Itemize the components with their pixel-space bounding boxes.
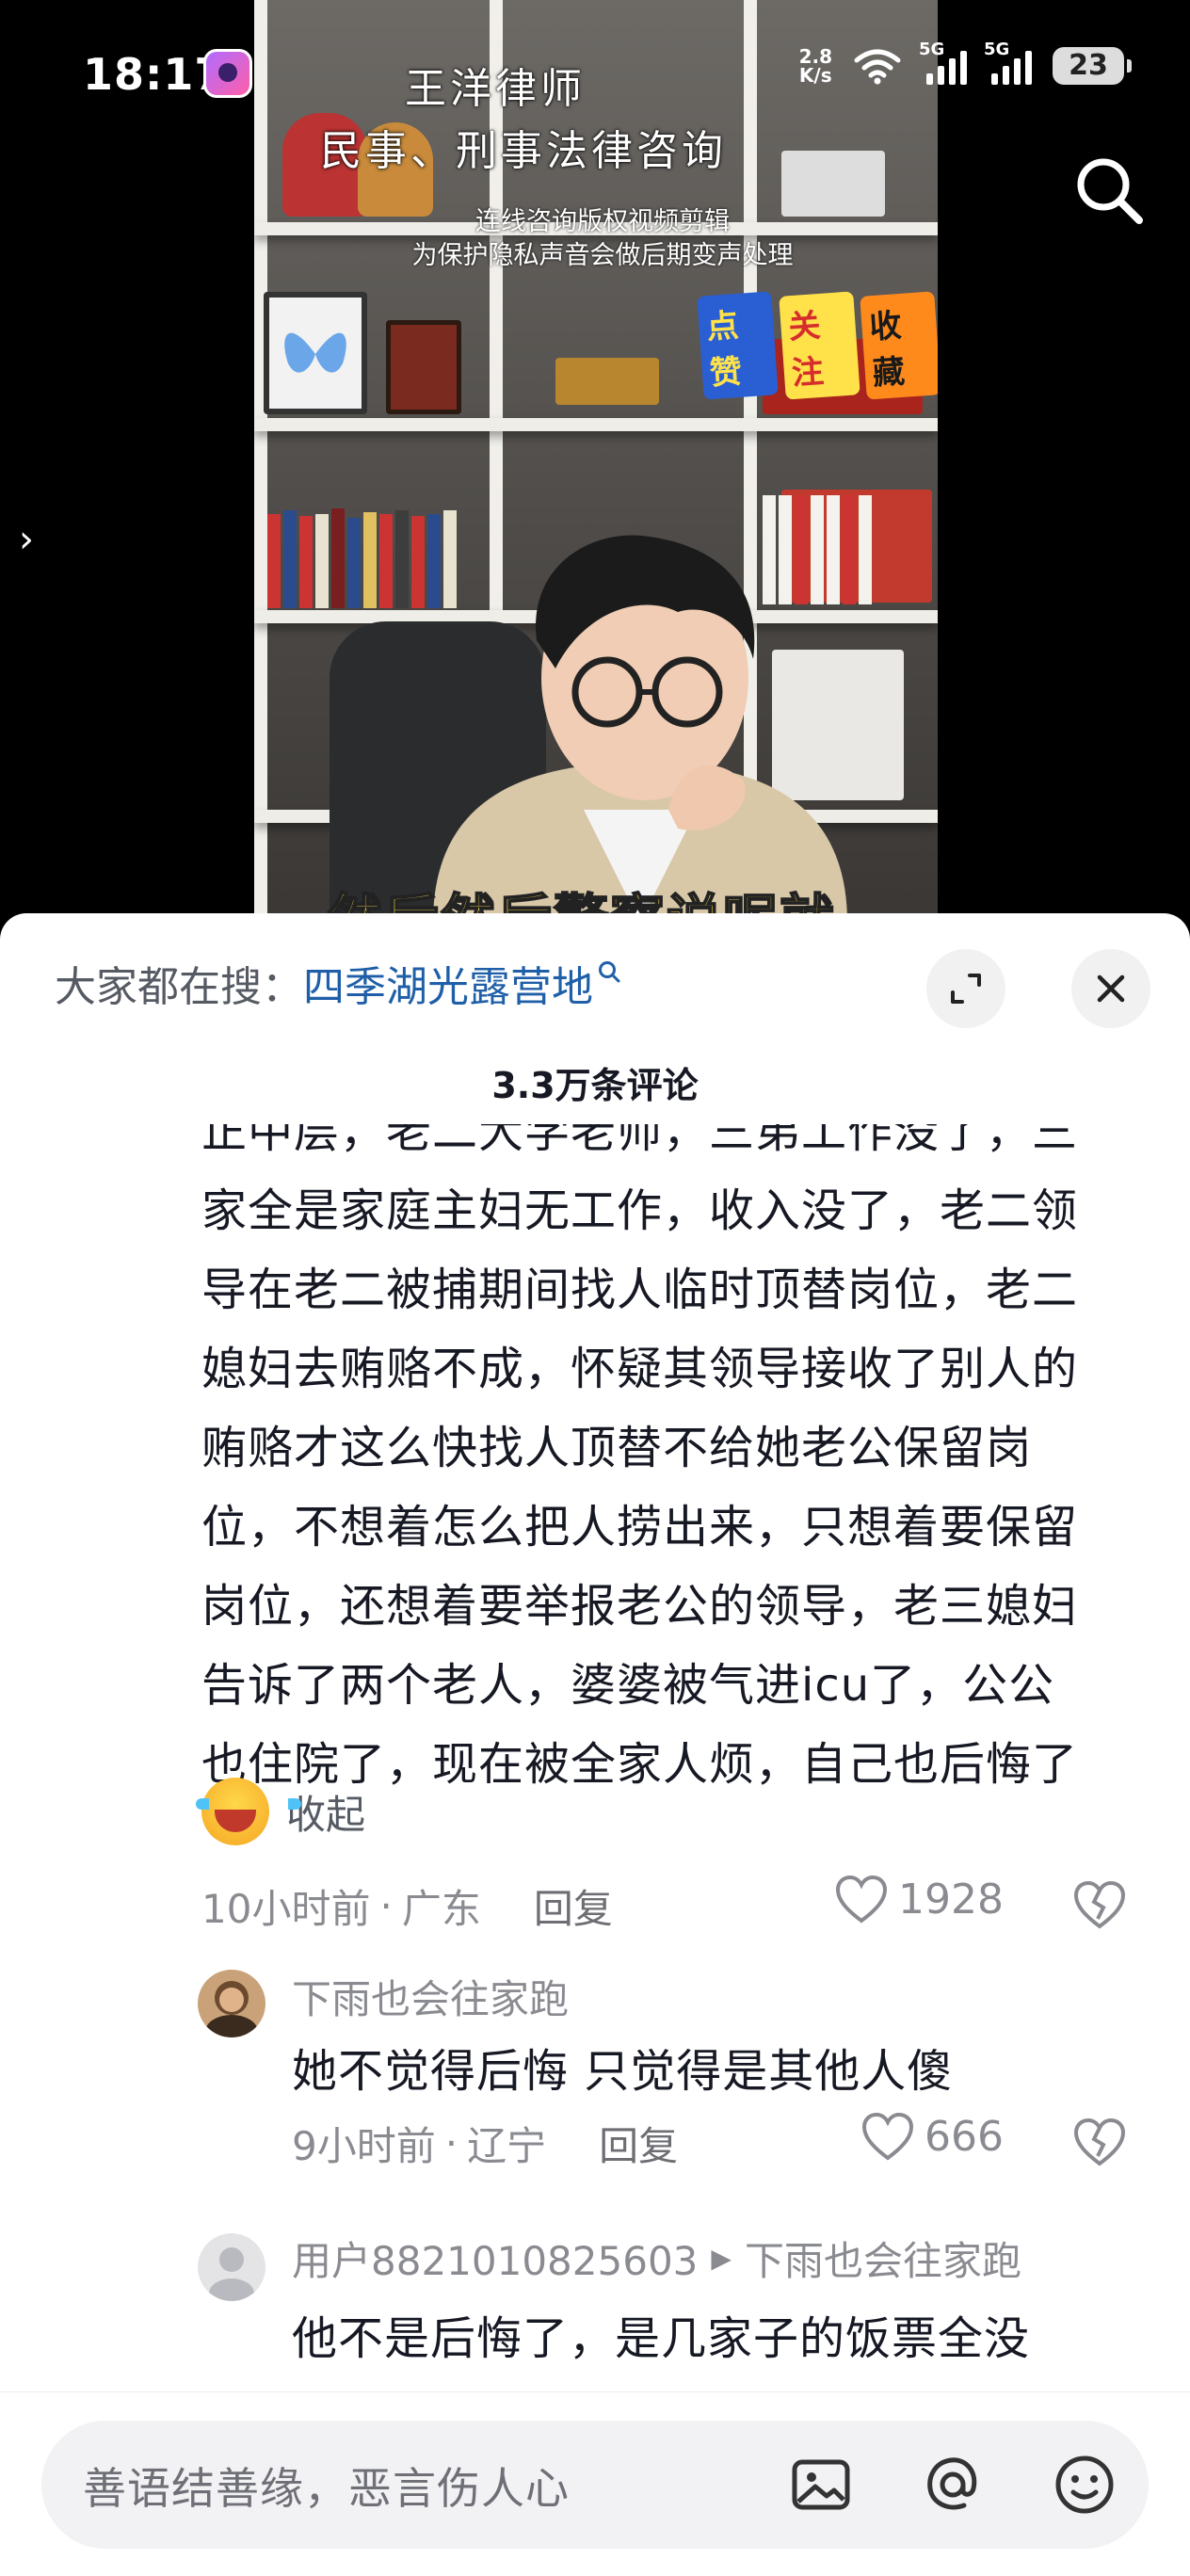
comment-input[interactable]: 善语结善缘，恶言伤人心 xyxy=(41,2421,1149,2549)
comment-line: 正中层，老二大学老师，三弟工作没了，三 xyxy=(201,1124,1079,1158)
comment-list[interactable]: 正中层，老二大学老师，三弟工作没了，三 家全是家庭主妇无工作，收入没了，老二领 … xyxy=(0,1124,1190,2363)
battery-indicator: 23 xyxy=(1053,47,1132,85)
hot-search-prefix: 大家都在搜： xyxy=(55,963,303,1011)
emoji-icon[interactable] xyxy=(1049,2449,1120,2520)
signal-1-label: 5G xyxy=(919,40,945,59)
avatar[interactable] xyxy=(198,1970,265,2037)
heart-icon xyxy=(861,2112,914,2161)
reply-to-name[interactable]: 下雨也会往家跑 xyxy=(745,2230,1021,2287)
comment-line: 告诉了两个老人，婆婆被气进icu了，公公 xyxy=(201,1659,1055,1712)
presenter-figure xyxy=(433,535,847,923)
cellular-signal-2-icon: 5G xyxy=(984,40,1032,85)
sticker-like: 点赞 xyxy=(697,291,779,400)
reply-time: 9小时前 xyxy=(292,2123,436,2169)
expand-button[interactable] xyxy=(926,949,1005,1028)
close-icon xyxy=(1097,974,1125,1003)
expand-icon xyxy=(951,974,981,1004)
reply-meta: 9小时前 · 辽宁 回复 xyxy=(292,2115,678,2172)
reply-button[interactable]: 回复 xyxy=(599,2115,678,2172)
shelf-board xyxy=(254,418,938,431)
comment-count: 3.3万条评论 xyxy=(491,1065,699,1106)
comment-line: 贿赂才这么快找人顶替不给她老公保留岗 xyxy=(201,1422,1033,1474)
app-notification-icon xyxy=(203,49,252,98)
network-speed-value: 2.8 xyxy=(798,45,832,68)
broken-heart-icon[interactable] xyxy=(1071,1877,1128,1930)
sticker-favorite: 收藏 xyxy=(860,291,938,400)
reply-author-line: 用户8821010825603 ▶ 下雨也会往家跑 xyxy=(292,2230,1021,2287)
comment-line: 媳妇去贿赂不成，怀疑其领导接收了别人的 xyxy=(201,1343,1079,1395)
reply-author-name[interactable]: 下雨也会往家跑 xyxy=(292,1968,569,2025)
video-notice-line-1: 连线咨询版权视频剪辑 xyxy=(475,207,730,236)
reply-text: 他不是后悔了，是几家子的饭票全没 xyxy=(292,2312,1031,2363)
broken-heart-icon[interactable] xyxy=(1071,2115,1128,2167)
like-button[interactable]: 1928 xyxy=(834,1874,1004,1924)
like-count: 1928 xyxy=(898,1875,1004,1924)
engagement-stickers: 点赞 关注 收藏 xyxy=(697,291,938,400)
reply-to-arrow-icon: ▶ xyxy=(711,2243,732,2274)
reply-button[interactable]: 回复 xyxy=(534,1877,613,1935)
comment-location: 广东 xyxy=(401,1886,481,1932)
comment-line: 岗位，还想着要举报老公的领导，老三媳妇 xyxy=(201,1580,1079,1633)
search-icon[interactable] xyxy=(1071,153,1147,228)
comment-sheet: 大家都在搜： 四季湖光露营地 3.3万条评论 正中层，老二大学老师，三弟工作没了… xyxy=(0,913,1190,2576)
status-indicators: 2.8 K/s 5G 5G 23 xyxy=(799,40,1132,85)
wifi-icon xyxy=(854,49,901,85)
network-speed: 2.8 K/s xyxy=(799,47,832,85)
status-bar: 18:17 2.8 K/s 5G 5G 23 xyxy=(0,0,1190,151)
cellular-signal-1-icon: 5G xyxy=(919,40,967,85)
picture-frame xyxy=(386,320,461,414)
avatar[interactable] xyxy=(198,2233,265,2301)
video-notice-line-2: 为保护隐私声音会做后期变声处理 xyxy=(411,241,794,270)
comment-input-placeholder: 善语结善缘，恶言伤人心 xyxy=(83,2463,570,2514)
video-notice-overlay: 连线咨询版权视频剪辑 为保护隐私声音会做后期变声处理 xyxy=(358,205,847,273)
collapse-label[interactable]: 收起 xyxy=(286,1783,365,1841)
collapse-toggle[interactable]: 收起 xyxy=(196,1778,365,1845)
signal-2-label: 5G xyxy=(984,40,1010,59)
search-small-icon xyxy=(599,961,620,983)
reply-text: 她不觉得后悔 只觉得是其他人傻 xyxy=(292,2045,954,2098)
close-button[interactable] xyxy=(1071,949,1150,1028)
comment-meta: 10小时前 · 广东 回复 xyxy=(201,1877,613,1935)
laughing-tears-emoji-icon xyxy=(196,1778,301,1845)
hot-search-keyword[interactable]: 四季湖光露营地 xyxy=(303,953,593,1013)
comment-body: 正中层，老二大学老师，三弟工作没了，三 家全是家庭主妇无工作，收入没了，老二领 … xyxy=(201,1124,1143,1804)
comment-time: 10小时前 xyxy=(201,1886,371,1932)
network-speed-unit: K/s xyxy=(798,64,832,87)
reply-author-name[interactable]: 用户8821010825603 xyxy=(292,2230,698,2287)
comment-line: 导在老二被捕期间找人临时顶替岗位，老二 xyxy=(201,1264,1079,1316)
sticker-follow: 关注 xyxy=(778,291,860,400)
comment-line: 家全是家庭主妇无工作，收入没了，老二领 xyxy=(201,1184,1079,1237)
like-button[interactable]: 666 xyxy=(860,2111,1004,2162)
comment-line: 位，不想着怎么把人捞出来，只想着要保留 xyxy=(201,1501,1079,1554)
hot-search-suggestion[interactable]: 大家都在搜： 四季湖光露营地 xyxy=(55,953,621,1013)
wooden-plaque xyxy=(555,358,659,405)
comment-input-area: 善语结善缘，恶言伤人心 xyxy=(0,2391,1190,2576)
like-count: 666 xyxy=(925,2112,1004,2161)
reply-location: 辽宁 xyxy=(467,2123,547,2169)
butterfly-frame xyxy=(264,292,367,414)
side-panel-arrow-icon[interactable]: › xyxy=(19,518,34,561)
mention-icon[interactable] xyxy=(917,2449,989,2520)
image-icon[interactable] xyxy=(785,2449,857,2520)
comment-sheet-header: 大家都在搜： 四季湖光露营地 xyxy=(0,913,1190,1036)
heart-icon xyxy=(835,1875,888,1924)
